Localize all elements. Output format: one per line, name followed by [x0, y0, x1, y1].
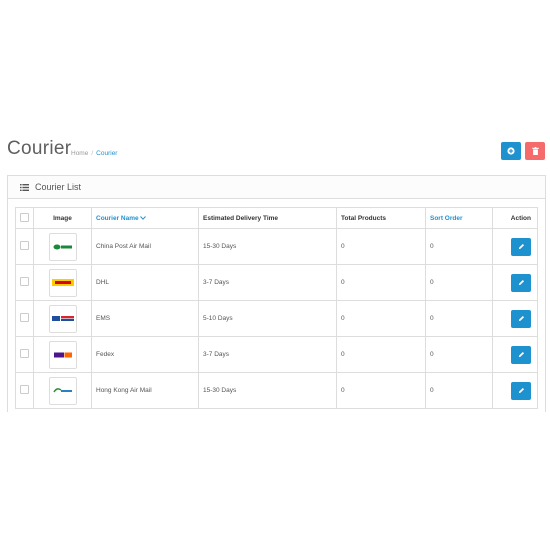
col-courier-name[interactable]: Courier Name	[91, 207, 199, 229]
breadcrumb-separator: /	[91, 150, 94, 157]
panel-body: Image Courier Name Estimated Delivery Ti…	[15, 207, 538, 409]
image-cell	[33, 336, 92, 373]
courier-name: DHL	[91, 264, 199, 301]
row-checkbox[interactable]	[20, 277, 29, 286]
total-products: 0	[336, 336, 426, 373]
table-row: EMS 5-10 Days 0 0	[15, 300, 538, 337]
delivery-time: 15-30 Days	[198, 372, 337, 409]
trash-icon	[531, 147, 539, 155]
col-courier-name-label: Courier Name	[96, 214, 139, 222]
table-row: Fedex 3-7 Days 0 0	[15, 336, 538, 373]
sort-order: 0	[425, 228, 493, 265]
add-button[interactable]	[501, 142, 521, 160]
plus-circle-icon	[507, 147, 515, 155]
delivery-time: 5-10 Days	[198, 300, 337, 337]
table-row: Hong Kong Air Mail 15-30 Days 0 0	[15, 372, 538, 409]
select-all-checkbox[interactable]	[20, 212, 29, 222]
image-cell	[33, 300, 92, 337]
row-select-cell	[15, 264, 34, 301]
breadcrumb-home[interactable]: Home	[71, 150, 88, 157]
row-select-cell	[15, 228, 34, 265]
pencil-icon	[518, 351, 524, 358]
breadcrumb: Home / Courier	[71, 150, 117, 157]
col-sort-order[interactable]: Sort Order	[425, 207, 493, 229]
total-products: 0	[336, 264, 426, 301]
edit-button[interactable]	[511, 273, 531, 292]
delivery-time: 3-7 Days	[198, 336, 337, 373]
panel-title: Courier List	[35, 182, 82, 192]
col-total-products: Total Products	[336, 207, 426, 229]
action-cell	[492, 264, 538, 301]
dhl-logo	[48, 268, 77, 297]
image-cell	[33, 264, 92, 301]
delivery-time: 15-30 Days	[198, 228, 337, 265]
pencil-icon	[518, 243, 524, 250]
courier-name: Fedex	[91, 336, 199, 373]
sort-order: 0	[425, 264, 493, 301]
image-cell	[33, 228, 92, 265]
action-cell	[492, 372, 538, 409]
action-cell	[492, 300, 538, 337]
chevron-down-icon	[140, 215, 147, 220]
col-image: Image	[33, 207, 92, 229]
fedex-logo	[48, 340, 77, 369]
courier-name: EMS	[91, 300, 199, 337]
edit-button[interactable]	[511, 237, 531, 256]
ems-logo	[48, 304, 77, 333]
page-title: Courier	[7, 138, 72, 159]
table-row: DHL 3-7 Days 0 0	[15, 264, 538, 301]
china-post-logo	[48, 232, 77, 261]
row-checkbox[interactable]	[20, 313, 29, 322]
pencil-icon	[518, 279, 524, 286]
image-cell	[33, 372, 92, 409]
action-cell	[492, 336, 538, 373]
row-select-cell	[15, 372, 34, 409]
select-all-cell	[15, 207, 34, 229]
row-select-cell	[15, 300, 34, 337]
total-products: 0	[336, 372, 426, 409]
sort-order: 0	[425, 372, 493, 409]
total-products: 0	[336, 300, 426, 337]
breadcrumb-courier[interactable]: Courier	[96, 150, 117, 157]
row-checkbox[interactable]	[20, 241, 29, 250]
hongkong-post-logo	[48, 376, 77, 405]
row-checkbox[interactable]	[20, 349, 29, 358]
panel-heading: Courier List	[8, 176, 545, 199]
pencil-icon	[518, 315, 524, 322]
table-header-row: Image Courier Name Estimated Delivery Ti…	[15, 207, 538, 229]
col-delivery-time: Estimated Delivery Time	[198, 207, 337, 229]
delete-button[interactable]	[525, 142, 545, 160]
action-cell	[492, 228, 538, 265]
sort-order: 0	[425, 300, 493, 337]
total-products: 0	[336, 228, 426, 265]
pencil-icon	[518, 387, 524, 394]
list-icon	[20, 183, 29, 191]
courier-table: Image Courier Name Estimated Delivery Ti…	[15, 207, 538, 409]
table-row: China Post Air Mail 15-30 Days 0 0	[15, 228, 538, 265]
courier-name: China Post Air Mail	[91, 228, 199, 265]
col-action: Action	[492, 207, 538, 229]
sort-order: 0	[425, 336, 493, 373]
delivery-time: 3-7 Days	[198, 264, 337, 301]
row-select-cell	[15, 336, 34, 373]
courier-list-panel: Courier List Image Courier Name Estimate…	[7, 175, 546, 412]
edit-button[interactable]	[511, 345, 531, 364]
courier-name: Hong Kong Air Mail	[91, 372, 199, 409]
edit-button[interactable]	[511, 381, 531, 400]
row-checkbox[interactable]	[20, 385, 29, 394]
edit-button[interactable]	[511, 309, 531, 328]
page-header: Courier Home / Courier	[7, 138, 545, 168]
